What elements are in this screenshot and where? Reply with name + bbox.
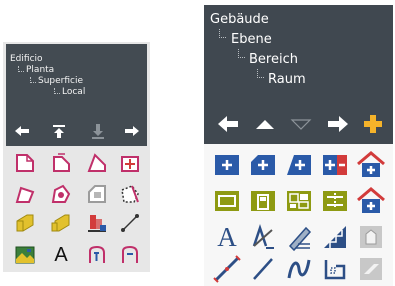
tree-item-floor[interactable]: Planta [26, 65, 54, 76]
create-building-tool-icon[interactable] [13, 151, 37, 175]
add-building-icon[interactable] [212, 150, 242, 180]
pencil-annotate-icon[interactable] [284, 222, 314, 252]
text-along-path-tool-icon[interactable] [85, 243, 109, 267]
text-tool-icon[interactable]: A [212, 222, 242, 252]
add-roof-icon[interactable] [356, 186, 386, 216]
plus-icon[interactable] [358, 110, 388, 138]
arrow-right-icon[interactable] [120, 120, 144, 142]
wall-tool-icon[interactable] [13, 211, 37, 235]
curve-tool-icon[interactable] [284, 254, 314, 284]
right-hierarchy-panel: Gebäude Ebene Bereich Raum [204, 5, 393, 144]
eraser-tool-icon[interactable] [356, 254, 386, 284]
text-tool-icon[interactable]: A [49, 243, 73, 267]
dimension-line-icon[interactable] [212, 254, 242, 284]
tree-item-area[interactable]: Superficie [38, 76, 83, 87]
create-room-tool-icon[interactable] [118, 151, 142, 175]
tree-connector [54, 88, 60, 94]
stairs-symbol-icon[interactable] [320, 186, 350, 216]
move-to-top-icon[interactable] [47, 120, 71, 142]
tree-item-building[interactable]: Gebäude [210, 12, 269, 28]
wall-segment-tool-icon[interactable] [49, 211, 73, 235]
triangle-down-icon[interactable] [286, 110, 316, 138]
draw-polygon-tool-icon[interactable] [118, 182, 142, 206]
triangle-up-icon[interactable] [250, 110, 280, 138]
tree-connector [257, 69, 264, 78]
door-tool-icon[interactable] [248, 186, 278, 216]
arrow-left-icon[interactable] [10, 120, 34, 142]
line-tool-icon[interactable] [248, 254, 278, 284]
tree-connector [238, 49, 245, 58]
left-hierarchy-panel: Edificio Planta Superficie Local [6, 44, 147, 146]
tree-item-floor[interactable]: Ebene [231, 32, 272, 48]
curve-tool-icon[interactable] [118, 243, 142, 267]
elevator-tool-icon[interactable] [356, 222, 386, 252]
left-nav-bar [6, 120, 147, 142]
right-tool-grid: A [204, 144, 393, 286]
merge-area-tool-icon[interactable] [85, 182, 109, 206]
left-tool-grid: A [6, 148, 147, 272]
split-area-tool-icon[interactable] [49, 182, 73, 206]
create-area-tool-icon[interactable] [85, 151, 109, 175]
left-hierarchy-tree: Edificio Planta Superficie Local [6, 44, 147, 114]
measure-line-tool-icon[interactable] [118, 211, 142, 235]
move-down-icon[interactable] [86, 120, 110, 142]
fill-hatch-tool-icon[interactable] [85, 211, 109, 235]
polyline-tool-icon[interactable] [320, 254, 350, 284]
add-house-icon[interactable] [356, 150, 386, 180]
arrow-right-icon[interactable] [322, 110, 352, 138]
add-remove-room-icon[interactable] [320, 150, 350, 180]
tree-item-room[interactable]: Local [62, 87, 85, 98]
create-floor-tool-icon[interactable] [49, 151, 73, 175]
window-tool-icon[interactable] [212, 186, 242, 216]
add-floor-icon[interactable] [248, 150, 278, 180]
image-tool-icon[interactable] [13, 243, 37, 267]
right-nav-bar [204, 110, 393, 138]
tree-item-area[interactable]: Bereich [249, 52, 298, 68]
dimension-text-icon[interactable] [248, 222, 278, 252]
tree-connector [30, 77, 36, 83]
arrow-left-icon[interactable] [214, 110, 244, 138]
tree-item-room[interactable]: Raum [268, 72, 306, 88]
tree-connector [219, 29, 226, 38]
tree-item-building[interactable]: Edificio [10, 54, 43, 65]
edit-outline-tool-icon[interactable] [13, 182, 37, 206]
tree-connector [18, 66, 24, 72]
stairs-tool-icon[interactable] [320, 222, 350, 252]
right-hierarchy-tree: Gebäude Ebene Bereich Raum [204, 5, 393, 100]
furniture-tool-icon[interactable] [284, 186, 314, 216]
add-area-icon[interactable] [284, 150, 314, 180]
